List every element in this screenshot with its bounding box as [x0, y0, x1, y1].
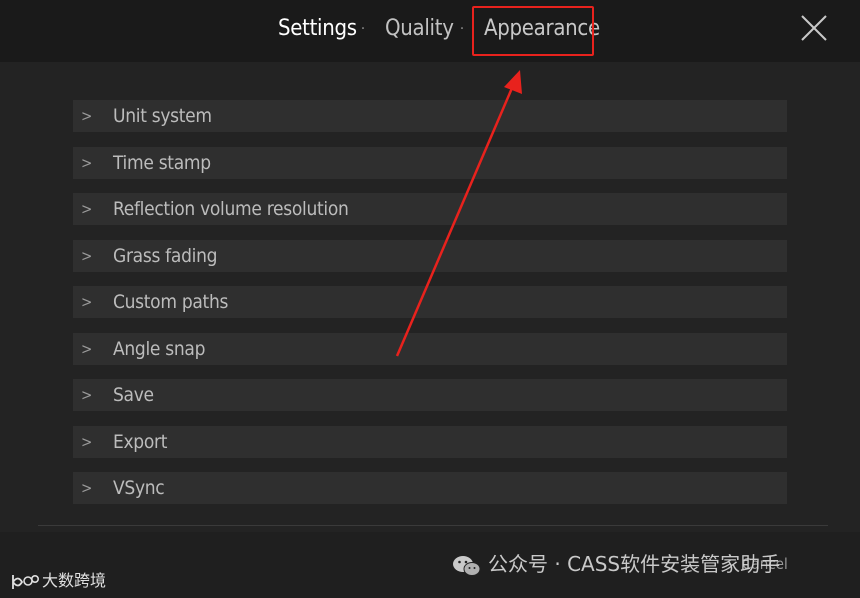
menu-item-label: VSync — [113, 477, 165, 499]
menu-item-reflection-volume-resolution[interactable]: > Reflection volume resolution — [73, 193, 787, 225]
menu-item-label: Grass fading — [113, 245, 218, 267]
menu-item-custom-paths[interactable]: > Custom paths — [73, 286, 787, 318]
wechat-watermark: 公众号 · CASS软件安装管家助手 — [452, 549, 780, 579]
settings-header: Settings · Quality · Appearance — [0, 0, 860, 62]
menu-item-label: Unit system — [113, 105, 212, 127]
chevron-right-icon: > — [81, 107, 93, 125]
close-icon — [801, 15, 827, 41]
chevron-right-icon: > — [81, 340, 93, 358]
chevron-right-icon: > — [81, 200, 93, 218]
tab-settings[interactable]: Settings — [278, 12, 357, 46]
menu-item-label: Export — [113, 431, 168, 453]
menu-item-label: Save — [113, 384, 154, 406]
menu-item-time-stamp[interactable]: > Time stamp — [73, 147, 787, 179]
chevron-right-icon: > — [81, 433, 93, 451]
menu-item-export[interactable]: > Export — [73, 426, 787, 458]
chevron-right-icon: > — [81, 293, 93, 311]
menu-item-label: Time stamp — [113, 152, 211, 174]
appearance-highlight-box — [472, 6, 594, 56]
wechat-watermark-text: 公众号 · CASS软件安装管家助手 — [488, 552, 781, 576]
tab-separator: · — [361, 21, 365, 37]
chevron-right-icon: > — [81, 386, 93, 404]
menu-item-label: Reflection volume resolution — [113, 198, 349, 220]
brand-logo-icon — [12, 574, 39, 589]
settings-panel: > Unit system > Time stamp > Reflection … — [0, 62, 860, 532]
brand-watermark: 大数跨境 — [10, 569, 106, 593]
chevron-right-icon: > — [81, 154, 93, 172]
close-button[interactable] — [798, 12, 830, 44]
chevron-right-icon: > — [81, 479, 93, 497]
chevron-right-icon: > — [81, 247, 93, 265]
brand-watermark-text: 大数跨境 — [42, 571, 107, 590]
menu-item-angle-snap[interactable]: > Angle snap — [73, 333, 787, 365]
footer-divider — [38, 525, 828, 526]
menu-item-label: Custom paths — [113, 291, 229, 313]
menu-item-save[interactable]: > Save — [73, 379, 787, 411]
menu-item-grass-fading[interactable]: > Grass fading — [73, 240, 787, 272]
tab-separator: · — [460, 21, 464, 37]
menu-item-label: Angle snap — [113, 338, 206, 360]
menu-item-unit-system[interactable]: > Unit system — [73, 100, 787, 132]
menu-item-vsync[interactable]: > VSync — [73, 472, 787, 504]
tab-quality[interactable]: Quality — [385, 12, 454, 46]
wechat-icon — [453, 555, 481, 576]
